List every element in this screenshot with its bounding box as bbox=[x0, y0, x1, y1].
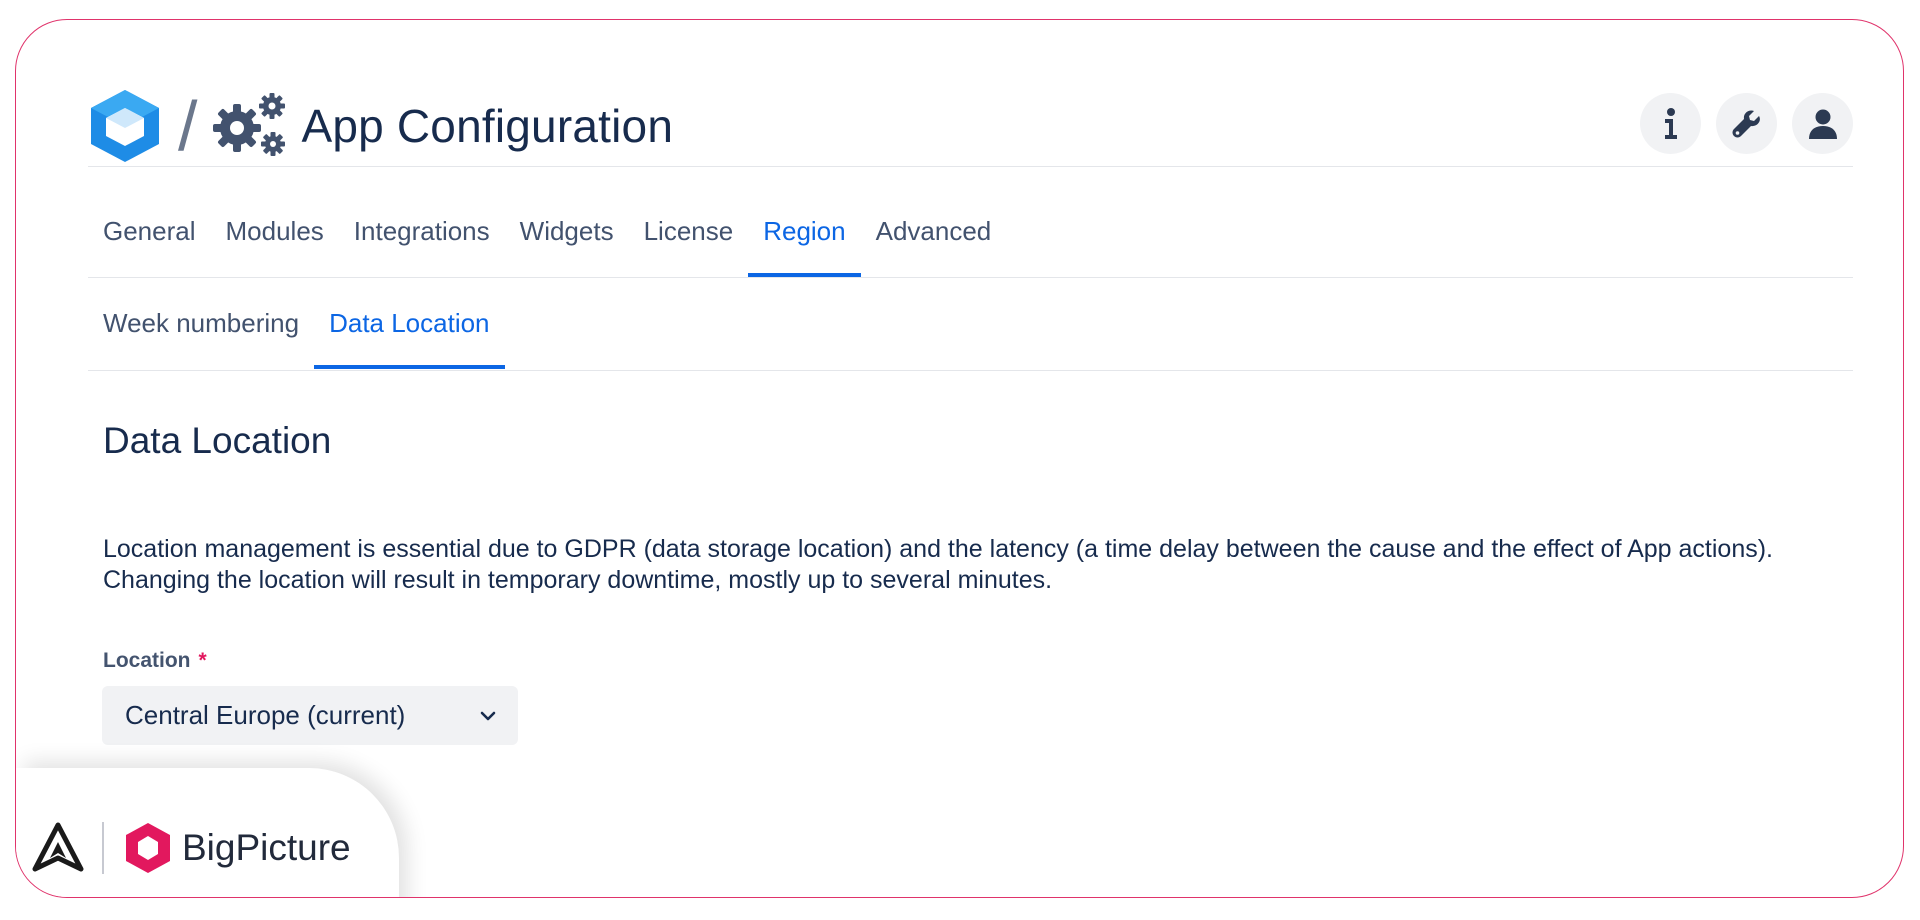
info-icon bbox=[1664, 107, 1677, 139]
wrench-icon bbox=[1732, 109, 1760, 137]
info-button[interactable] bbox=[1640, 93, 1701, 154]
location-select-value: Central Europe (current) bbox=[125, 700, 406, 730]
tab-widgets[interactable]: Widgets bbox=[505, 185, 629, 277]
description-line-1: Location management is essential due to … bbox=[103, 535, 1773, 563]
description-line-2: Changing the location will result in tem… bbox=[103, 566, 1053, 594]
required-indicator: * bbox=[198, 649, 207, 672]
tab-integrations[interactable]: Integrations bbox=[339, 185, 505, 277]
page-header: / App Configuration bbox=[88, 86, 673, 166]
gears-icon bbox=[213, 93, 286, 156]
brand-name: BigPicture bbox=[182, 827, 351, 868]
chevron-down-icon bbox=[480, 711, 496, 720]
tab-modules[interactable]: Modules bbox=[211, 185, 339, 277]
section-title: Data Location bbox=[103, 420, 332, 461]
subtab-data-location[interactable]: Data Location bbox=[314, 277, 505, 369]
location-label-text: Location bbox=[103, 649, 191, 672]
subtab-week-numbering[interactable]: Week numbering bbox=[88, 277, 314, 369]
location-select[interactable]: Central Europe (current) bbox=[102, 686, 518, 745]
subtabs-divider bbox=[88, 370, 1853, 371]
tab-license[interactable]: License bbox=[629, 185, 749, 277]
appfire-logo-icon bbox=[32, 822, 84, 872]
location-label: Location * bbox=[103, 649, 207, 673]
tab-region[interactable]: Region bbox=[748, 185, 862, 277]
bigpicture-logo-icon bbox=[126, 823, 170, 873]
page-title: App Configuration bbox=[301, 100, 674, 152]
main-tabs: General Modules Integrations Widgets Lic… bbox=[88, 185, 1006, 277]
section-description: Location management is essential due to … bbox=[103, 534, 1893, 596]
app-window: / App Configuration General Modules Inte… bbox=[15, 19, 1904, 898]
settings-button[interactable] bbox=[1716, 93, 1777, 154]
app-logo-icon bbox=[91, 90, 159, 162]
profile-button[interactable] bbox=[1792, 93, 1853, 154]
tab-advanced[interactable]: Advanced bbox=[861, 185, 1007, 277]
sub-tabs: Week numbering Data Location bbox=[88, 277, 505, 369]
header-separator: / bbox=[178, 87, 198, 165]
header-actions bbox=[1640, 93, 1853, 154]
branding-separator bbox=[102, 822, 104, 874]
branding-card: BigPicture bbox=[16, 768, 399, 897]
user-icon bbox=[1808, 109, 1837, 139]
header-divider bbox=[88, 166, 1853, 167]
tab-general[interactable]: General bbox=[88, 185, 211, 277]
